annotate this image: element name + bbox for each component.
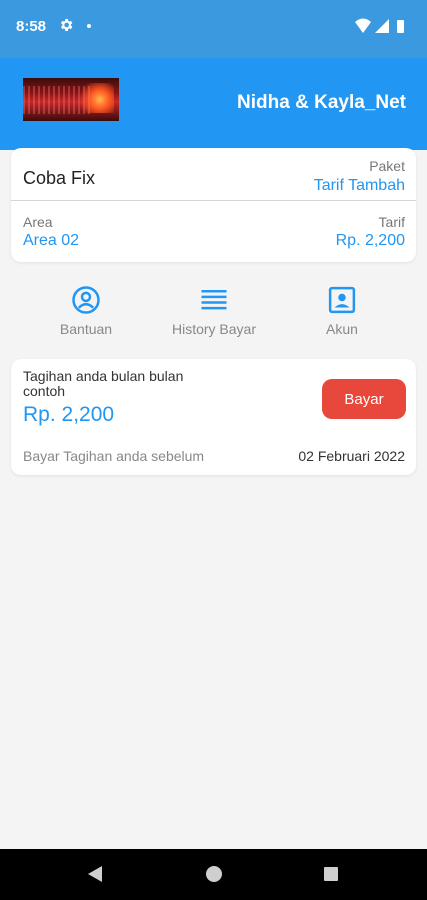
- customer-name: Coba Fix: [23, 168, 96, 188]
- signal-icon: [375, 19, 389, 33]
- pay-button[interactable]: Bayar: [322, 379, 406, 419]
- bill-card: Tagihan anda bulan bulan contoh Rp. 2,20…: [11, 359, 416, 475]
- tarif-value: Rp. 2,200: [335, 232, 405, 249]
- paket-value: Tarif Tambah: [313, 177, 405, 194]
- tarif-label: Tarif: [378, 214, 405, 230]
- home-icon[interactable]: [206, 866, 222, 882]
- menu-label-bantuan: Bantuan: [59, 321, 113, 337]
- menu-label-akun: Akun: [326, 321, 358, 337]
- wifi-icon: [355, 18, 371, 33]
- due-date-label: Bayar Tagihan anda sebelum: [23, 448, 205, 464]
- menu-label-history-bayar: History Bayar: [171, 321, 257, 337]
- back-icon[interactable]: [88, 866, 102, 882]
- system-status-icons: [355, 18, 404, 33]
- area-value: Area 02: [23, 232, 80, 249]
- app-bar: Nidha & Kayla_Net: [0, 58, 427, 150]
- paket-label: Paket: [369, 158, 405, 174]
- status-time: 8:58: [16, 18, 47, 35]
- recent-apps-icon[interactable]: [324, 867, 338, 881]
- settings-gear-icon: [61, 19, 73, 31]
- notification-dot-icon: [87, 24, 91, 28]
- due-date-value: 02 Februari 2022: [298, 448, 405, 464]
- account-circle-icon: [72, 286, 100, 314]
- menu-item-bantuan[interactable]: Bantuan: [26, 285, 146, 337]
- app-logo: [23, 78, 119, 121]
- system-nav-bar: [0, 849, 427, 900]
- battery-icon: [397, 20, 404, 33]
- area-label: Area: [23, 214, 53, 230]
- app-title: Nidha & Kayla_Net: [237, 92, 406, 113]
- bill-description: Tagihan anda bulan bulan contoh: [23, 368, 184, 399]
- menu-item-akun[interactable]: Akun: [282, 285, 402, 337]
- status-bar: 8:58: [0, 0, 427, 58]
- account-box-icon: [328, 286, 356, 314]
- list-icon: [201, 290, 227, 310]
- bill-amount: Rp. 2,200: [23, 403, 115, 426]
- card-divider: [11, 200, 416, 201]
- menu-item-history-bayar[interactable]: History Bayar: [154, 285, 274, 337]
- customer-info-card: Coba Fix Paket Tarif Tambah Area Area 02…: [11, 148, 416, 262]
